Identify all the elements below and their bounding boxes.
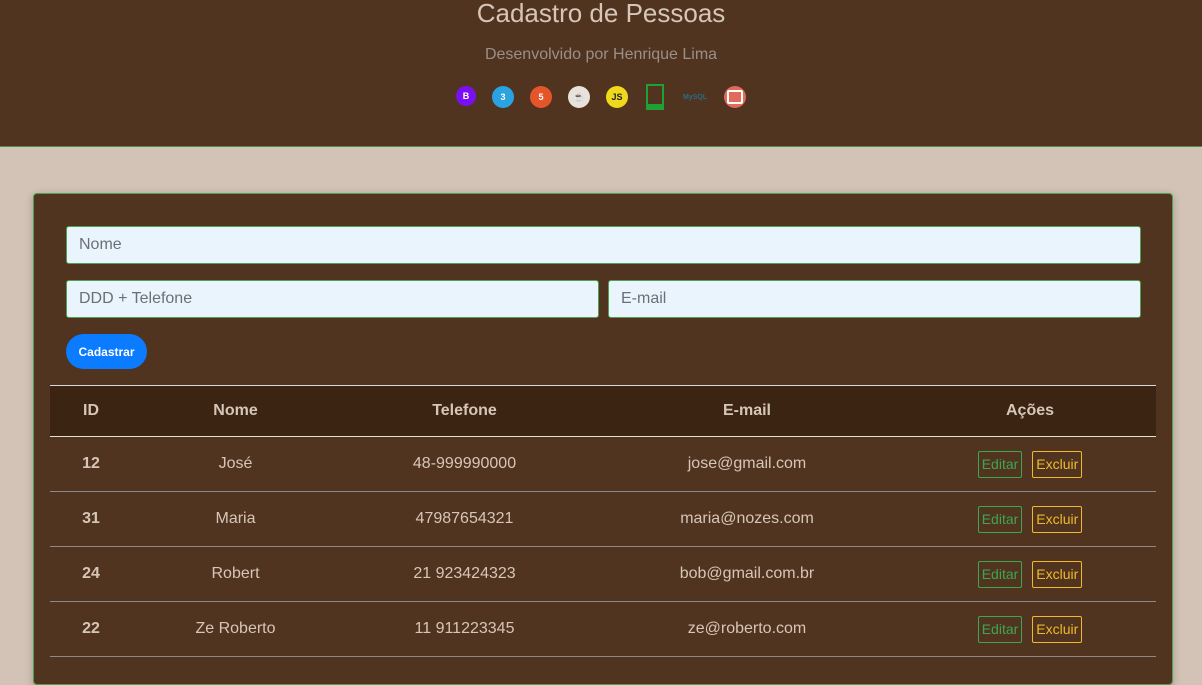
- page-title: Cadastro de Pessoas: [476, 0, 726, 28]
- delete-button[interactable]: Excluir: [1032, 615, 1083, 643]
- bootstrap-icon: B: [456, 86, 476, 106]
- telefone-input[interactable]: [66, 280, 599, 318]
- edit-button[interactable]: Editar: [977, 560, 1023, 588]
- cell-nome: Robert: [132, 546, 339, 602]
- edit-button[interactable]: Editar: [977, 450, 1023, 478]
- cell-telefone: 48-999990000: [339, 436, 590, 492]
- header-id: ID: [50, 385, 132, 437]
- mysql-icon: MySQL: [682, 93, 708, 101]
- header-telefone: Telefone: [339, 385, 590, 437]
- edit-button[interactable]: Editar: [977, 505, 1023, 533]
- table-row: 31 Maria 47987654321 maria@nozes.com Edi…: [50, 491, 1156, 547]
- edit-button[interactable]: Editar: [977, 615, 1023, 643]
- people-table: ID Nome Telefone E-mail Ações 12 José 48…: [50, 385, 1156, 657]
- cell-email: bob@gmail.com.br: [590, 546, 904, 602]
- table-row: 12 José 48-999990000 jose@gmail.com Edit…: [50, 436, 1156, 492]
- java-icon: ☕: [568, 86, 590, 108]
- page-header: Cadastro de Pessoas Desenvolvido por Hen…: [0, 0, 1202, 147]
- header-nome: Nome: [132, 385, 339, 437]
- email-input[interactable]: [608, 280, 1141, 318]
- css3-icon: 3: [492, 86, 514, 108]
- javascript-icon: JS: [606, 86, 628, 108]
- cell-telefone: 47987654321: [339, 491, 590, 547]
- cell-id: 31: [50, 491, 132, 547]
- cell-nome: Ze Roberto: [132, 601, 339, 657]
- printer-icon: [724, 86, 746, 108]
- cell-id: 24: [50, 546, 132, 602]
- cadastrar-button[interactable]: Cadastrar: [66, 334, 147, 369]
- cell-email: ze@roberto.com: [590, 601, 904, 657]
- delete-button[interactable]: Excluir: [1032, 560, 1083, 588]
- cell-nome: José: [132, 436, 339, 492]
- cell-acoes: Editar Excluir: [904, 601, 1156, 657]
- cell-telefone: 11 911223345: [339, 601, 590, 657]
- table-header-row: ID Nome Telefone E-mail Ações: [50, 385, 1156, 437]
- header-email: E-mail: [590, 385, 904, 437]
- delete-button[interactable]: Excluir: [1032, 450, 1083, 478]
- cell-acoes: Editar Excluir: [904, 436, 1156, 492]
- cell-id: 12: [50, 436, 132, 492]
- header-acoes: Ações: [904, 385, 1156, 437]
- tech-icons: B 3 5 ☕ JS MySQL: [0, 84, 1202, 110]
- cell-email: maria@nozes.com: [590, 491, 904, 547]
- page-subtitle: Desenvolvido por Henrique Lima: [484, 46, 718, 63]
- table-row: 24 Robert 21 923424323 bob@gmail.com.br …: [50, 546, 1156, 602]
- nome-input[interactable]: [66, 226, 1141, 264]
- cell-email: jose@gmail.com: [590, 436, 904, 492]
- cell-nome: Maria: [132, 491, 339, 547]
- delete-button[interactable]: Excluir: [1032, 505, 1083, 533]
- html5-icon: 5: [530, 86, 552, 108]
- cell-acoes: Editar Excluir: [904, 546, 1156, 602]
- cell-telefone: 21 923424323: [339, 546, 590, 602]
- cell-acoes: Editar Excluir: [904, 491, 1156, 547]
- table-row: 22 Ze Roberto 11 911223345 ze@roberto.co…: [50, 601, 1156, 657]
- cell-id: 22: [50, 601, 132, 657]
- form-card: Cadastrar ID Nome Telefone E-mail Ações …: [33, 193, 1173, 685]
- nodejs-icon: [644, 84, 666, 110]
